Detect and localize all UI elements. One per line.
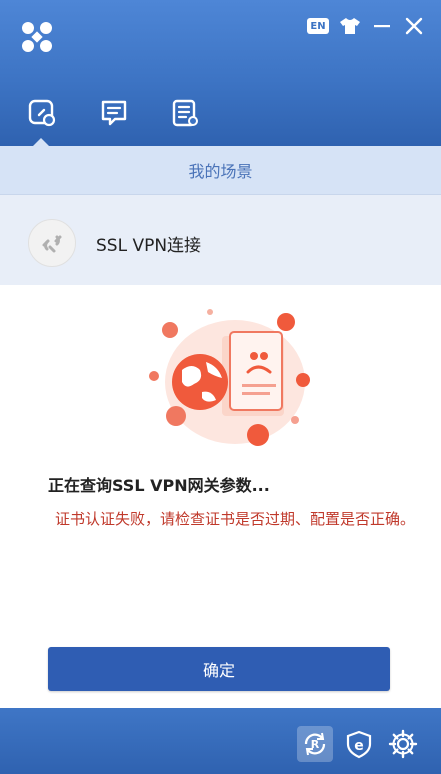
tab-messages[interactable]	[97, 96, 131, 130]
certificate-error-illustration	[149, 309, 310, 446]
footer-bar: R e	[0, 708, 441, 774]
connection-item-ssl-vpn[interactable]: SSL VPN连接	[0, 194, 441, 285]
language-en-button[interactable]: EN	[307, 18, 329, 34]
connection-icon	[28, 99, 56, 127]
scene-title: 我的场景	[0, 146, 441, 194]
ok-button[interactable]: 确定	[48, 647, 390, 691]
message-icon	[101, 100, 127, 126]
active-tab-indicator	[33, 138, 49, 146]
browser-e-icon[interactable]: e	[341, 726, 377, 762]
reconnect-r-icon[interactable]: R	[297, 726, 333, 762]
broken-link-icon	[28, 219, 76, 267]
connection-label: SSL VPN连接	[96, 236, 202, 256]
app-logo-icon	[22, 22, 52, 52]
settings-gear-icon[interactable]	[385, 726, 421, 762]
skin-shirt-icon[interactable]	[338, 15, 362, 37]
close-icon[interactable]	[402, 15, 426, 37]
minimize-icon[interactable]	[372, 15, 392, 37]
tab-connection[interactable]	[25, 96, 59, 130]
status-text: 正在查询SSL VPN网关参数...	[48, 476, 270, 495]
error-message: 证书认证失败，请检查证书是否过期、配置是否正确。	[55, 510, 416, 528]
tab-logs[interactable]	[168, 96, 202, 130]
vpn-client-window: EN 我的场景 SSL VPN连接 正在查询SSL VPN网关参数... 证书认…	[0, 0, 441, 774]
log-list-icon	[172, 99, 198, 127]
svg-text:e: e	[354, 738, 364, 754]
svg-text:R: R	[311, 738, 320, 751]
header-bar: EN	[0, 0, 441, 146]
